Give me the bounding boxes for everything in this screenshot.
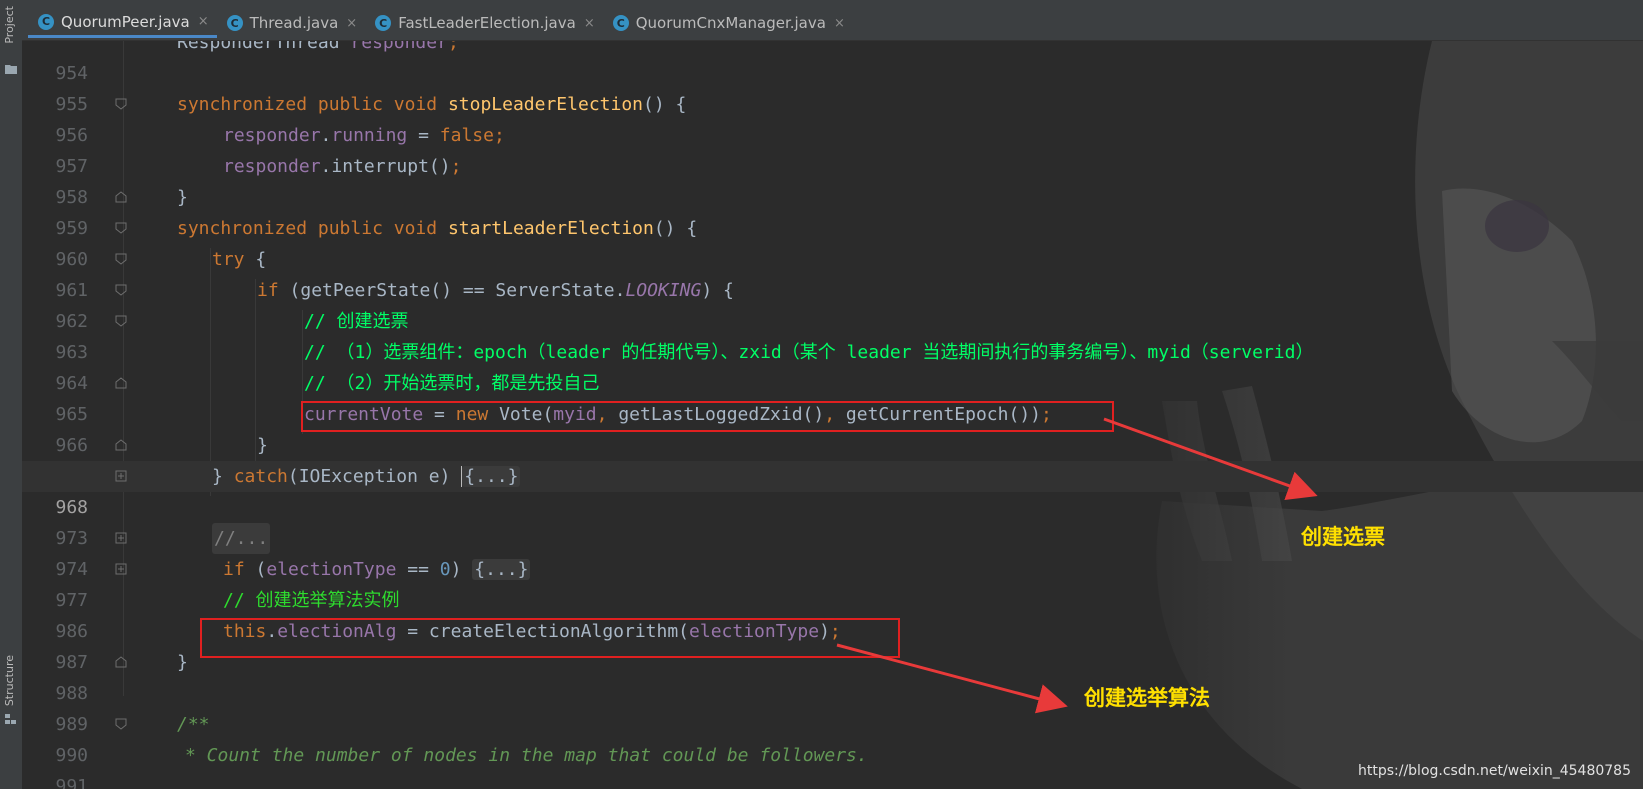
code-line[interactable]: 966 currentVote = new Vote(myid, getLast… <box>22 399 1643 456</box>
code-text: } <box>177 187 188 208</box>
line-number: 991 <box>55 776 88 789</box>
code-text: responder.running = false; <box>223 125 505 146</box>
code-text: } catch(IOException e) {...} <box>212 466 521 487</box>
code-editor[interactable]: 954 ResponderThread responder; 955 956 s… <box>22 41 1643 789</box>
fold-end-icon[interactable] <box>115 191 127 203</box>
code-line[interactable]: 959 } <box>22 182 1643 239</box>
tab-fastleaderelection[interactable]: C FastLeaderElection.java × <box>365 8 603 38</box>
code-line[interactable]: 965 // （2）开始选票时，都是先投自己 <box>22 368 1643 425</box>
close-icon[interactable]: × <box>198 14 209 29</box>
code-comment: // 创建选举算法实例 <box>223 590 400 611</box>
code-line[interactable]: 962 if (getPeerState() == ServerState.LO… <box>22 275 1643 332</box>
code-text: this.electionAlg = createElectionAlgorit… <box>223 621 841 642</box>
fold-collapse-icon[interactable] <box>115 718 127 730</box>
fold-collapse-icon[interactable] <box>115 284 127 296</box>
code-text: if (getPeerState() == ServerState.LOOKIN… <box>257 280 734 301</box>
code-line[interactable]: 986 // 创建选举算法实例 <box>22 585 1643 642</box>
code-line[interactable]: 963 // 创建选票 <box>22 306 1643 363</box>
code-text: } <box>177 652 188 673</box>
code-text: if (electionType == 0) {...} <box>223 559 531 580</box>
code-line[interactable]: 974 //... <box>22 523 1643 580</box>
tab-quorumcnxmanager[interactable]: C QuorumCnxManager.java × <box>603 8 853 38</box>
code-doc-comment: /** <box>177 714 210 735</box>
code-line[interactable]: 989 <box>22 678 1643 735</box>
annotation-create-vote: 创建选票 <box>1301 525 1385 549</box>
java-class-icon: C <box>612 15 629 31</box>
code-text: synchronized public void stopLeaderElect… <box>177 94 687 115</box>
left-tool-strip: Project Structure <box>0 0 23 789</box>
code-line[interactable]: 987 this.electionAlg = createElectionAlg… <box>22 616 1643 673</box>
code-comment: // （1）选票组件：epoch（leader 的任期代号）、zxid（某个 l… <box>304 342 1314 363</box>
watermark-url: https://blog.csdn.net/weixin_45480785 <box>1357 763 1631 779</box>
fold-expand-icon[interactable] <box>115 532 127 544</box>
fold-collapse-icon[interactable] <box>115 315 127 327</box>
folder-icon[interactable] <box>5 64 17 74</box>
fold-end-icon[interactable] <box>115 377 127 389</box>
fold-expand-icon[interactable] <box>115 563 127 575</box>
close-icon[interactable]: × <box>584 16 595 31</box>
tab-label: QuorumPeer.java <box>61 12 190 31</box>
java-class-icon: C <box>375 15 392 31</box>
code-text: currentVote = new Vote(myid, getLastLogg… <box>304 404 1052 425</box>
code-line[interactable]: 964 // （1）选票组件：epoch（leader 的任期代号）、zxid（… <box>22 337 1643 394</box>
code-doc-comment: * Count the number of nodes in the map t… <box>185 745 868 766</box>
editor-tab-bar: C QuorumPeer.java × C Thread.java × C Fa… <box>22 0 1643 41</box>
code-line[interactable]: 961 try { <box>22 244 1643 301</box>
code-comment: // 创建选票 <box>304 311 409 332</box>
structure-tool-button[interactable]: Structure <box>3 655 16 706</box>
code-line[interactable]: 958 responder.interrupt(); <box>22 151 1643 208</box>
close-icon[interactable]: × <box>834 16 845 31</box>
close-icon[interactable]: × <box>346 16 357 31</box>
tab-label: QuorumCnxManager.java <box>635 14 826 32</box>
code-line[interactable]: 988 } <box>22 647 1643 704</box>
code-text: synchronized public void startLeaderElec… <box>177 218 698 239</box>
code-line[interactable]: 954 ResponderThread responder; <box>22 41 1643 84</box>
annotation-create-election-algorithm: 创建选举算法 <box>1084 686 1210 710</box>
folded-comment[interactable]: //... <box>212 523 271 554</box>
fold-collapse-icon[interactable] <box>115 98 127 110</box>
code-line[interactable]: 977 if (electionType == 0) {...} <box>22 554 1643 611</box>
tab-label: Thread.java <box>249 14 339 32</box>
structure-icon[interactable] <box>5 714 17 724</box>
code-text: } <box>257 435 268 456</box>
code-line[interactable]: 960 synchronized public void startLeader… <box>22 213 1643 270</box>
fold-expand-icon[interactable] <box>115 470 127 482</box>
code-text: ResponderThread responder; <box>177 41 459 53</box>
code-line[interactable]: 973 <box>22 492 1643 549</box>
code-line[interactable]: 990 /** <box>22 709 1643 766</box>
code-line[interactable]: 956 synchronized public void stopLeaderE… <box>22 89 1643 146</box>
fold-end-icon[interactable] <box>115 439 127 451</box>
code-line[interactable]: 955 <box>22 58 1643 115</box>
code-text: responder.interrupt(); <box>223 156 462 177</box>
fold-collapse-icon[interactable] <box>115 222 127 234</box>
code-line[interactable]: 967 } <box>22 430 1643 487</box>
code-line[interactable]: 957 responder.running = false; <box>22 120 1643 177</box>
java-class-icon: C <box>226 15 243 31</box>
project-tool-button[interactable]: Project <box>3 6 16 44</box>
tab-label: FastLeaderElection.java <box>398 14 576 32</box>
code-text: try { <box>212 249 267 270</box>
code-line-current[interactable]: 968 } catch(IOException e) {...} <box>22 461 1643 518</box>
fold-end-icon[interactable] <box>115 656 127 668</box>
code-comment: // （2）开始选票时，都是先投自己 <box>304 373 600 394</box>
fold-collapse-icon[interactable] <box>115 253 127 265</box>
java-class-icon: C <box>38 13 54 30</box>
tab-quorumpeer[interactable]: C QuorumPeer.java × <box>28 8 217 38</box>
tab-thread[interactable]: C Thread.java × <box>217 8 366 38</box>
